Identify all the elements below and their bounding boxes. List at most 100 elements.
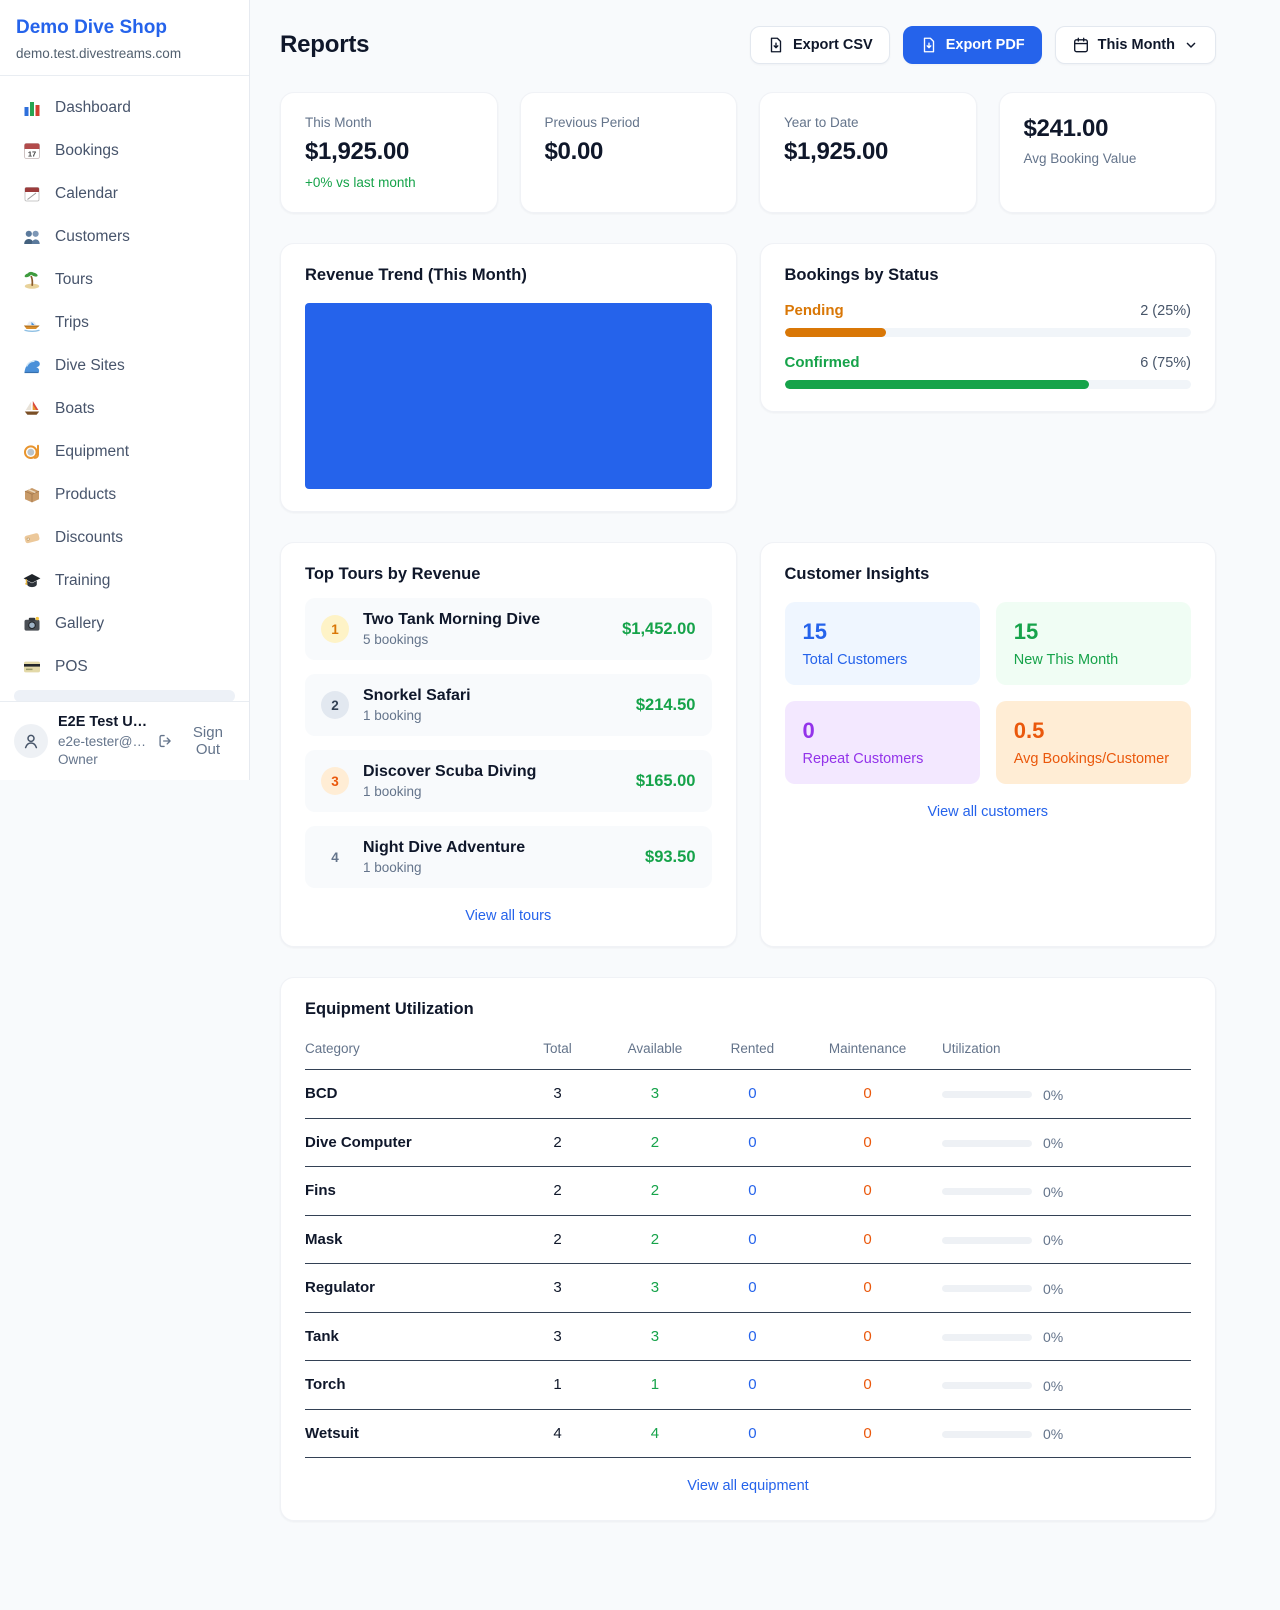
- insights-row: Top Tours by Revenue 1 Two Tank Morning …: [280, 542, 1216, 947]
- file-download-icon: [767, 36, 785, 54]
- avatar: [14, 724, 48, 758]
- insight-tile: 15 New This Month: [996, 602, 1191, 685]
- bookings-by-status-card: Bookings by Status Pending 2 (25%) Confi…: [760, 243, 1217, 412]
- table-row: Regulator 3 3 0 0 0%: [305, 1264, 1191, 1313]
- insight-label: Avg Bookings/Customer: [1014, 751, 1173, 767]
- shop-name: Demo Dive Shop: [16, 17, 233, 39]
- utilization-bar: [942, 1237, 1032, 1244]
- tour-revenue: $93.50: [645, 848, 695, 867]
- table-row: Dive Computer 2 2 0 0 0%: [305, 1118, 1191, 1167]
- user-info: E2E Test U… e2e-tester@… Owner: [58, 713, 147, 769]
- sidebar-item-dashboard[interactable]: Dashboard: [12, 88, 237, 128]
- sidebar-item-boats[interactable]: Boats: [12, 389, 237, 429]
- equipment-table: Category Total Available Rented Maintena…: [305, 1029, 1191, 1458]
- utilization-percent: 0%: [1043, 1087, 1063, 1103]
- sign-out-button[interactable]: Sign Out: [157, 724, 235, 758]
- sidebar-item-label: Dashboard: [55, 99, 131, 117]
- cell-total: 4: [509, 1409, 606, 1458]
- cell-category: Wetsuit: [305, 1409, 509, 1458]
- sidebar-item-calendar[interactable]: Calendar: [12, 174, 237, 214]
- cell-utilization: 0%: [934, 1118, 1191, 1167]
- revenue-trend-chart: [305, 303, 712, 489]
- sidebar-item-tours[interactable]: Tours: [12, 260, 237, 300]
- utilization-percent: 0%: [1043, 1378, 1063, 1394]
- stat-card-year-to-date: Year to Date $1,925.00: [759, 92, 977, 213]
- page-title: Reports: [280, 31, 369, 59]
- sidebar-item-label: Calendar: [55, 185, 118, 203]
- calendar-icon: [1072, 36, 1090, 54]
- tour-name: Snorkel Safari: [363, 687, 622, 705]
- status-row: Confirmed 6 (75%): [785, 354, 1192, 389]
- training-icon: [22, 571, 42, 591]
- sidebar-item-bookings[interactable]: Bookings: [12, 131, 237, 171]
- col-available: Available: [606, 1029, 703, 1070]
- utilization-percent: 0%: [1043, 1232, 1063, 1248]
- sign-out-icon: [157, 732, 174, 750]
- view-all-equipment-link[interactable]: View all equipment: [305, 1478, 1191, 1494]
- cell-category: Fins: [305, 1167, 509, 1216]
- shop-domain: demo.test.divestreams.com: [16, 46, 233, 61]
- view-all-customers-link[interactable]: View all customers: [785, 804, 1192, 820]
- utilization-percent: 0%: [1043, 1135, 1063, 1151]
- progress-track: [785, 328, 1192, 337]
- utilization-percent: 0%: [1043, 1426, 1063, 1442]
- cell-total: 2: [509, 1118, 606, 1167]
- user-email: e2e-tester@…: [58, 733, 147, 751]
- cell-available: 3: [606, 1264, 703, 1313]
- col-total: Total: [509, 1029, 606, 1070]
- cell-rented: 0: [704, 1312, 801, 1361]
- sidebar-item-customers[interactable]: Customers: [12, 217, 237, 257]
- cell-rented: 0: [704, 1215, 801, 1264]
- sidebar-item-gallery[interactable]: Gallery: [12, 604, 237, 644]
- utilization-bar: [942, 1431, 1032, 1438]
- insight-tile: 0.5 Avg Bookings/Customer: [996, 701, 1191, 784]
- cell-maintenance: 0: [801, 1409, 934, 1458]
- sidebar-item-trips[interactable]: Trips: [12, 303, 237, 343]
- cell-utilization: 0%: [934, 1070, 1191, 1119]
- col-utilization: Utilization: [934, 1029, 1191, 1070]
- sidebar-item-discounts[interactable]: Discounts: [12, 518, 237, 558]
- utilization-bar: [942, 1285, 1032, 1292]
- table-row: Fins 2 2 0 0 0%: [305, 1167, 1191, 1216]
- cell-available: 2: [606, 1167, 703, 1216]
- cell-available: 1: [606, 1361, 703, 1410]
- cell-category: Torch: [305, 1361, 509, 1410]
- charts-row: Revenue Trend (This Month) Bookings by S…: [280, 243, 1216, 512]
- tour-row: 2 Snorkel Safari 1 booking $214.50: [305, 674, 712, 736]
- sidebar-item-label: Tours: [55, 271, 93, 289]
- view-all-tours-link[interactable]: View all tours: [305, 908, 712, 924]
- sidebar-item-label: Gallery: [55, 615, 104, 633]
- sidebar-item-pos[interactable]: POS: [12, 647, 237, 687]
- export-csv-button[interactable]: Export CSV: [750, 26, 890, 64]
- cell-total: 3: [509, 1264, 606, 1313]
- cell-utilization: 0%: [934, 1167, 1191, 1216]
- sidebar-item-dive-sites[interactable]: Dive Sites: [12, 346, 237, 386]
- cell-total: 1: [509, 1361, 606, 1410]
- user-role: Owner: [58, 751, 147, 769]
- rank-badge: 4: [321, 843, 349, 871]
- sidebar-item-label: Equipment: [55, 443, 129, 461]
- cell-utilization: 0%: [934, 1361, 1191, 1410]
- tour-row: 4 Night Dive Adventure 1 booking $93.50: [305, 826, 712, 888]
- progress-fill: [785, 328, 887, 337]
- export-pdf-button[interactable]: Export PDF: [903, 26, 1042, 64]
- trips-icon: [22, 313, 42, 333]
- period-dropdown[interactable]: This Month: [1055, 26, 1216, 64]
- cell-maintenance: 0: [801, 1361, 934, 1410]
- cell-maintenance: 0: [801, 1215, 934, 1264]
- cell-available: 3: [606, 1070, 703, 1119]
- sidebar-item-training[interactable]: Training: [12, 561, 237, 601]
- utilization-percent: 0%: [1043, 1184, 1063, 1200]
- table-row: Wetsuit 4 4 0 0 0%: [305, 1409, 1191, 1458]
- progress-track: [785, 380, 1192, 389]
- sidebar-item-products[interactable]: Products: [12, 475, 237, 515]
- cell-rented: 0: [704, 1264, 801, 1313]
- sidebar-item-label: POS: [55, 658, 88, 676]
- cell-category: BCD: [305, 1070, 509, 1119]
- sidebar-item-equipment[interactable]: Equipment: [12, 432, 237, 472]
- tour-bookings: 1 booking: [363, 708, 622, 723]
- cell-available: 2: [606, 1118, 703, 1167]
- user-icon: [21, 731, 41, 751]
- stat-trend: +0% vs last month: [305, 175, 473, 190]
- products-icon: [22, 485, 42, 505]
